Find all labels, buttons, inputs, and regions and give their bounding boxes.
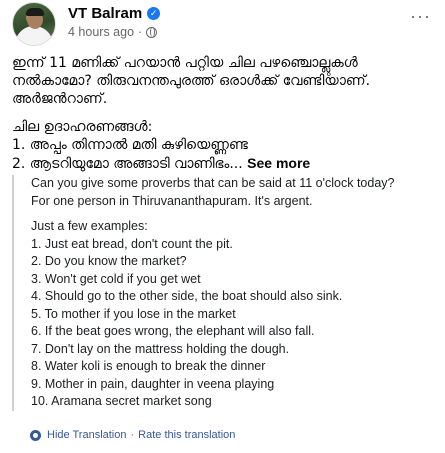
translation-example: 3. Won't get cold if you get wet xyxy=(31,271,201,286)
translation-links: Hide Translation · Rate this translation xyxy=(30,429,235,441)
original-block-examples: ചില ഉദാഹരണങ്ങൾ: 1. അപ്പം തിന്നാൽ മതി കുഴ… xyxy=(12,118,437,173)
original-line: അർജൻറാണ്. xyxy=(12,91,108,107)
verified-badge-icon: ✓ xyxy=(147,7,161,20)
translation-example: 8. Water koli is enough to break the din… xyxy=(31,359,266,373)
post-header: VT Balram ✓ 4 hours ago · ··· xyxy=(0,0,445,46)
link-separator: · xyxy=(130,429,135,441)
original-line: നൽകാമോ? തിരുവനന്തപുരത്ത് ഒരാൾക്ക് വേണ്ടി… xyxy=(12,73,371,89)
gear-icon[interactable] xyxy=(30,429,41,441)
author-name-row: VT Balram ✓ xyxy=(68,5,161,22)
translation-example: 9. Mother in pain, daughter in veena pla… xyxy=(31,376,275,391)
more-options-icon[interactable]: ··· xyxy=(410,6,431,27)
original-text: ഇന്ന് 11 മണിക്ക് പറയാൻ പറ്റിയ ചില പഴഞ്ചൊ… xyxy=(12,54,437,173)
translation-example: 6. If the beat goes wrong, the elephant … xyxy=(31,324,315,338)
original-block-intro: ഇന്ന് 11 മണിക്ക് പറയാൻ പറ്റിയ ചില പഴഞ്ചൊ… xyxy=(12,54,437,108)
original-line: ഇന്ന് 11 മണിക്ക് പറയാൻ പറ്റിയ ചില പഴഞ്ചൊ… xyxy=(12,55,358,71)
translation-example: 4. Should go to the other side, the boat… xyxy=(31,289,343,303)
translation-line: Can you give some proverbs that can be s… xyxy=(31,176,395,190)
original-truncated-line: 2. ആടറിയുമോ അങ്ങാടി വാണിഭം... xyxy=(12,156,243,172)
post-timestamp[interactable]: 4 hours ago xyxy=(68,25,134,39)
hide-translation-link[interactable]: Hide Translation xyxy=(47,429,127,441)
translation-example: 7. Don't lay on the mattress holding the… xyxy=(31,341,290,356)
globe-icon xyxy=(146,26,158,38)
facebook-post: VT Balram ✓ 4 hours ago · ··· ഇന്ന് 11 മ… xyxy=(0,0,445,453)
rate-translation-link[interactable]: Rate this translation xyxy=(138,429,235,441)
translation-example: 2. Do you know the market? xyxy=(31,254,187,268)
translation-block: Can you give some proverbs that can be s… xyxy=(12,175,434,411)
author-avatar[interactable] xyxy=(12,2,56,46)
original-line: 1. അപ്പം തിന്നാൽ മതി കുഴിയെണ്ണണ്ട xyxy=(12,137,248,153)
translation-line: For one person in Thiruvananthapuram. It… xyxy=(31,193,313,208)
translation-example: 1. Just eat bread, don't count the pit. xyxy=(31,236,233,251)
original-line: ചില ഉദാഹരണങ്ങൾ: xyxy=(12,119,153,135)
translation-example: 5. To mother if you lose in the market xyxy=(31,306,236,321)
avatar-shirt xyxy=(19,30,51,45)
meta-separator: · xyxy=(138,25,143,39)
original-last-line: 2. ആടറിയുമോ അങ്ങാടി വാണിഭം... See more xyxy=(12,154,437,173)
post-meta: 4 hours ago · xyxy=(68,25,158,39)
author-name[interactable]: VT Balram xyxy=(68,5,142,22)
translation-example: 10. Aramana secret market song xyxy=(31,394,212,408)
translation-examples-heading: Just a few examples: xyxy=(31,219,148,233)
see-more-link[interactable]: See more xyxy=(247,155,310,171)
avatar-hair xyxy=(26,8,44,16)
